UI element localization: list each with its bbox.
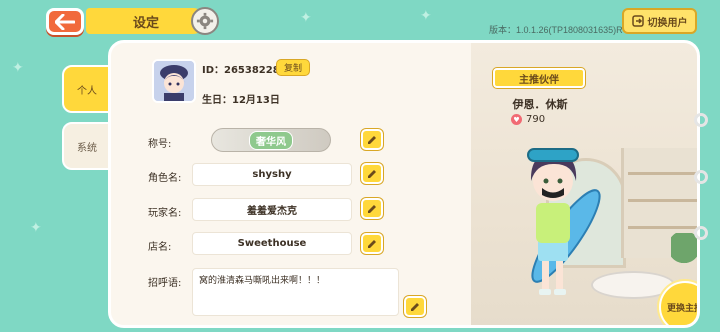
- title-badge: 奢华风: [211, 128, 331, 152]
- partner-character[interactable]: [506, 131, 616, 301]
- player-name-field: 羞羞爱杰克: [192, 198, 352, 221]
- pencil-icon: [368, 135, 376, 144]
- settings-button[interactable]: [191, 7, 219, 35]
- partner-name: 伊恩．休斯: [512, 98, 568, 111]
- settings-panel: ID：26538228 复制 生日：12月13日 称号: 奢华风 角色名: sh…: [108, 40, 700, 328]
- back-button[interactable]: [46, 8, 84, 35]
- edit-shop-name-button[interactable]: [361, 233, 383, 254]
- sparkle-icon: ✦: [300, 10, 312, 26]
- affinity-display: ♥ 790: [511, 114, 545, 125]
- switch-user-icon: [631, 15, 644, 27]
- switch-user-button[interactable]: 切换用户: [622, 8, 697, 34]
- tab-personal-label: 个人: [77, 85, 97, 97]
- pencil-icon: [368, 239, 376, 248]
- player-name-label: 玩家名:: [148, 208, 182, 219]
- role-name-field: shyshy: [192, 163, 352, 186]
- plant-decoration: [671, 233, 697, 273]
- arrow-left-icon: [55, 13, 75, 30]
- avatar[interactable]: [152, 59, 196, 103]
- title-field-label: 称号:: [148, 139, 172, 150]
- avatar-portrait-icon: [154, 61, 194, 101]
- gear-icon: [196, 12, 214, 30]
- edit-title-button[interactable]: [361, 129, 383, 150]
- pencil-icon: [368, 204, 376, 213]
- birthday: 生日：12月13日: [202, 95, 280, 106]
- edit-role-name-button[interactable]: [361, 163, 383, 184]
- sparkle-icon: ✦: [30, 220, 42, 236]
- tab-system[interactable]: 系统: [62, 122, 112, 170]
- role-name-label: 角色名:: [148, 173, 182, 184]
- sparkle-icon: ✦: [12, 60, 24, 76]
- featured-partner-ribbon: 主推伙伴: [493, 68, 585, 88]
- pencil-icon: [411, 302, 419, 311]
- page-title: 设定: [86, 8, 206, 34]
- page-title-text: 设定: [132, 15, 159, 31]
- sparkle-icon: ✦: [420, 8, 432, 24]
- title-badge-text: 奢华风: [249, 130, 293, 150]
- copy-id-button[interactable]: 复制: [276, 59, 310, 76]
- shop-name-label: 店名:: [148, 242, 172, 253]
- tab-personal[interactable]: 个人: [62, 65, 112, 113]
- shop-name-field: Sweethouse: [192, 232, 352, 255]
- binder-ring: [694, 226, 708, 240]
- pencil-icon: [368, 169, 376, 178]
- switch-user-label: 切换用户: [647, 17, 688, 29]
- heart-icon: ♥: [511, 114, 522, 125]
- greeting-label: 招呼语:: [148, 278, 182, 289]
- binder-ring: [694, 113, 708, 127]
- edit-greeting-button[interactable]: [404, 296, 426, 317]
- tab-system-label: 系统: [77, 142, 97, 154]
- user-id: ID：26538228: [202, 65, 280, 76]
- binder-ring: [694, 170, 708, 184]
- affinity-value: 790: [526, 114, 546, 125]
- edit-player-name-button[interactable]: [361, 198, 383, 219]
- greeting-field: 窝的淮清森马嘶吼出来啊！！！: [192, 268, 399, 316]
- version-text: 版本：1.0.1.26(TP1808031635)R: [489, 25, 623, 35]
